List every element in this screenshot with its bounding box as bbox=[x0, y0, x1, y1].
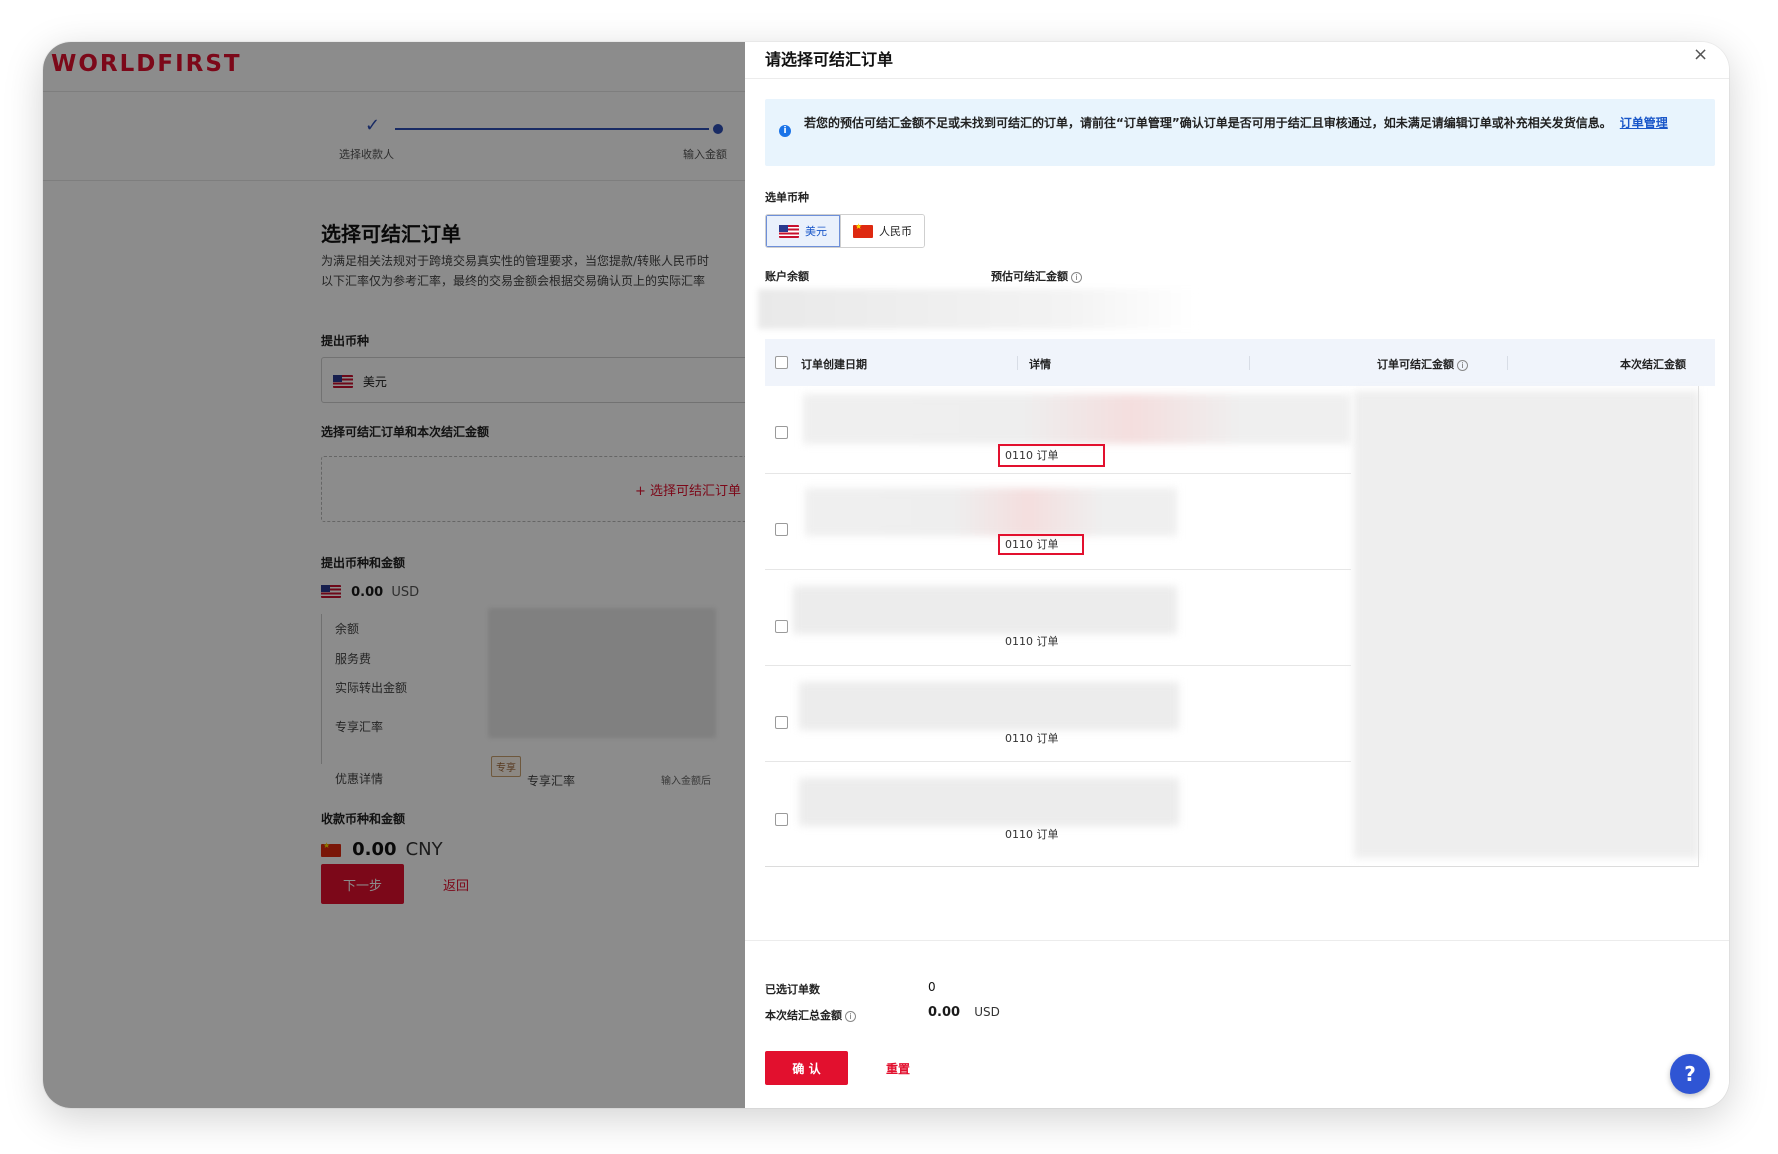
drawer-header-divider bbox=[745, 78, 1729, 79]
row-checkbox[interactable] bbox=[775, 813, 788, 826]
currency-tabs: 美元 人民币 bbox=[765, 214, 925, 248]
redacted-order-info bbox=[805, 488, 1177, 536]
total-amount: 0.00 USD bbox=[928, 1005, 1000, 1020]
notice-text: 若您的预估可结汇金额不足或未找到可结汇的订单，请前往“订单管理”确认订单是否可用… bbox=[804, 116, 1668, 130]
col-header-details: 详情 bbox=[1029, 358, 1051, 371]
info-circle-icon[interactable]: i bbox=[1457, 360, 1468, 371]
row-divider bbox=[765, 665, 1351, 666]
order-label: 0110 订单 bbox=[1005, 449, 1059, 462]
currency-label: 选单币种 bbox=[765, 191, 809, 204]
row-checkbox[interactable] bbox=[775, 523, 788, 536]
footer-divider bbox=[745, 940, 1729, 941]
currency-tab-cny[interactable]: 人民币 bbox=[840, 215, 924, 247]
select-all-checkbox[interactable] bbox=[775, 356, 788, 369]
col-header-available-amount: 订单可结汇金额 i bbox=[1377, 356, 1468, 372]
row-checkbox[interactable] bbox=[775, 426, 788, 439]
redacted-order-info bbox=[803, 394, 1351, 444]
row-checkbox[interactable] bbox=[775, 716, 788, 729]
table-bottom-border bbox=[765, 866, 1699, 867]
total-amount-label: 本次结汇总金额 i bbox=[765, 1007, 856, 1023]
help-icon[interactable]: ? bbox=[1670, 1054, 1710, 1094]
col-header-created-date: 订单创建日期 bbox=[801, 358, 867, 371]
order-label: 0110 订单 bbox=[1005, 538, 1059, 551]
order-label: 0110 订单 bbox=[1005, 732, 1059, 745]
col-separator bbox=[1507, 356, 1508, 370]
reset-button[interactable]: 重置 bbox=[886, 1060, 910, 1077]
info-circle-icon[interactable]: i bbox=[1071, 272, 1082, 283]
close-icon[interactable]: × bbox=[1693, 44, 1708, 65]
row-divider bbox=[765, 473, 1351, 474]
app-window: WORLDFIRST ✓ 选择收款人 输入金额 选择可结汇订单 为满足相关法规对… bbox=[43, 42, 1729, 1108]
redacted-order-info bbox=[793, 586, 1177, 634]
col-separator bbox=[1017, 356, 1018, 370]
order-label: 0110 订单 bbox=[1005, 828, 1059, 841]
estimate-label: 预估可结汇金额 i bbox=[991, 268, 1082, 284]
row-divider bbox=[765, 761, 1351, 762]
col-header-settle-amount: 本次结汇金额 bbox=[1620, 358, 1686, 371]
select-orders-drawer: 请选择可结汇订单 × i 若您的预估可结汇金额不足或未找到可结汇的订单，请前往“… bbox=[745, 42, 1729, 1108]
selected-count: 0 bbox=[928, 980, 936, 994]
order-label: 0110 订单 bbox=[1005, 635, 1059, 648]
order-management-link[interactable]: 订单管理 bbox=[1620, 116, 1668, 130]
table-right-border bbox=[1698, 386, 1699, 866]
row-divider bbox=[765, 569, 1351, 570]
col-separator bbox=[1249, 356, 1250, 370]
confirm-button[interactable]: 确 认 bbox=[765, 1051, 848, 1085]
info-icon: i bbox=[779, 125, 791, 137]
drawer-title: 请选择可结汇订单 bbox=[765, 50, 894, 69]
selected-count-label: 已选订单数 bbox=[765, 983, 820, 996]
orders-table-header bbox=[765, 339, 1715, 386]
modal-overlay[interactable] bbox=[43, 42, 745, 1108]
redacted-order-info bbox=[799, 682, 1179, 730]
balance-label: 账户余额 bbox=[765, 270, 809, 283]
info-circle-icon[interactable]: i bbox=[845, 1011, 856, 1022]
us-flag-icon bbox=[779, 224, 799, 238]
redacted-balance bbox=[758, 289, 1198, 329]
redacted-amounts bbox=[1354, 391, 1699, 858]
cn-flag-icon bbox=[853, 222, 873, 238]
currency-tab-usd[interactable]: 美元 bbox=[766, 215, 840, 247]
row-checkbox[interactable] bbox=[775, 620, 788, 633]
redacted-order-info bbox=[799, 778, 1179, 826]
